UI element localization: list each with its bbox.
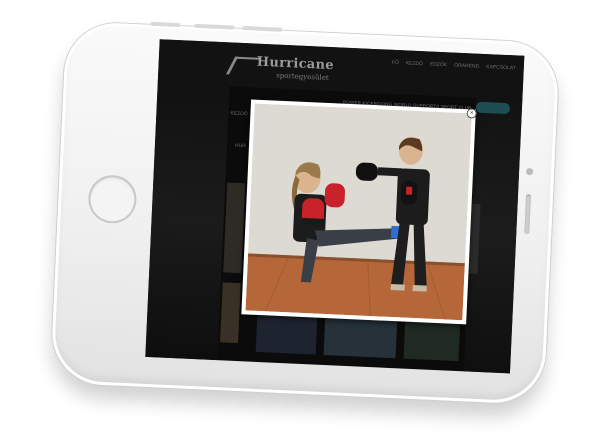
site-logo-title[interactable]: Hurricane <box>256 55 334 73</box>
main-nav: FŐ KEZDŐ EDZŐK ÓRAREND KAPCSOLAT <box>392 60 516 72</box>
gallery-thumbnail[interactable] <box>255 311 318 355</box>
lightbox-photo <box>245 103 472 321</box>
nav-item[interactable]: ÓRAREND <box>454 63 479 70</box>
fighter-logo-icon <box>226 56 261 76</box>
nav-item[interactable]: KEZDŐ <box>406 60 423 67</box>
photo-lightbox: × <box>241 99 477 325</box>
section-label: KEZDŐ <box>230 110 248 118</box>
gallery-thumbnail[interactable] <box>323 315 398 359</box>
header-cta-button[interactable] <box>475 101 511 115</box>
section-heading: HUR <box>234 142 246 150</box>
phone-screen: Hurricane sportegyesület FŐ KEZDŐ EDZŐK … <box>145 39 525 374</box>
background-panel-left <box>145 79 230 361</box>
phone-mockup: Hurricane sportegyesület FŐ KEZDŐ EDZŐK … <box>50 20 560 406</box>
nav-item[interactable]: KAPCSOLAT <box>486 64 516 71</box>
gallery-thumbnail[interactable] <box>403 318 461 362</box>
gallery-thumbnail[interactable] <box>220 282 241 344</box>
lightbox-close-icon[interactable]: × <box>466 108 477 119</box>
kickboxing-photo-illustration <box>245 103 472 321</box>
nav-item[interactable]: EDZŐK <box>430 62 447 69</box>
gallery-thumbnail[interactable] <box>223 182 246 274</box>
nav-item[interactable]: FŐ <box>392 60 399 66</box>
site-logo-subtitle: sportegyesület <box>276 71 329 82</box>
